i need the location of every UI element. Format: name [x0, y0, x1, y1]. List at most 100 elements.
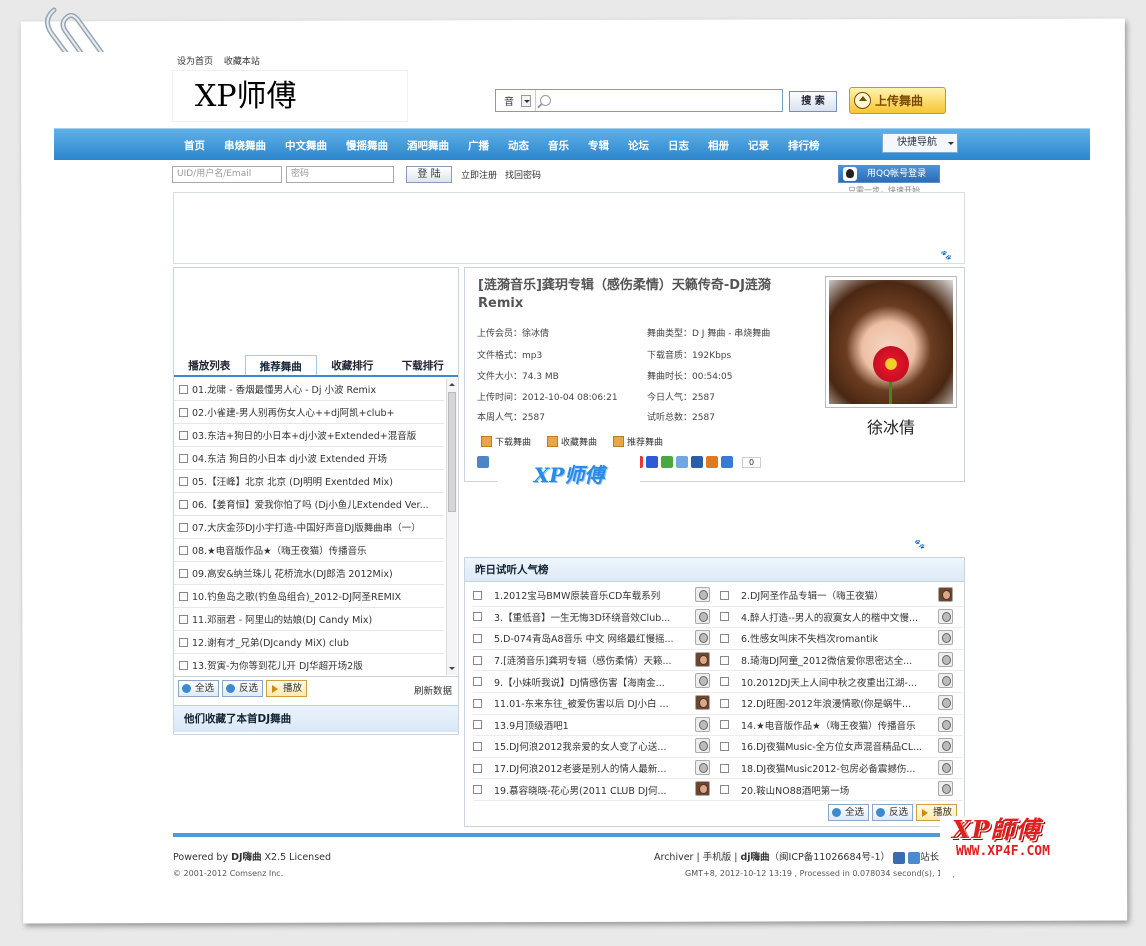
nav-item-chinese[interactable]: 中文舞曲	[285, 138, 327, 153]
avatar-icon[interactable]	[695, 587, 710, 602]
refresh-link[interactable]: 刷新数据	[414, 683, 452, 697]
nav-item-slow[interactable]: 慢摇舞曲	[346, 138, 388, 153]
checkbox[interactable]	[473, 785, 482, 795]
checkbox[interactable]	[179, 384, 188, 394]
nav-item-records[interactable]: 记录	[748, 138, 769, 153]
qzone-icon[interactable]	[676, 456, 688, 468]
checkbox[interactable]	[473, 741, 482, 751]
bookmark-link[interactable]: 收藏本站	[224, 57, 260, 67]
checkbox[interactable]	[179, 591, 188, 601]
select-all-button[interactable]: 全选	[827, 804, 869, 821]
nav-item-album[interactable]: 专辑	[588, 138, 609, 153]
playlist-scrollbar[interactable]	[446, 378, 457, 675]
chevron-down-icon[interactable]	[521, 94, 531, 107]
set-homepage-link[interactable]: 设为首页	[177, 57, 213, 67]
douban-icon[interactable]	[706, 456, 718, 468]
avatar-icon[interactable]	[938, 694, 953, 710]
checkbox[interactable]	[179, 545, 188, 555]
site-logo[interactable]: XP师傅	[172, 70, 408, 122]
avatar-icon[interactable]	[938, 587, 953, 602]
checkbox[interactable]	[179, 614, 188, 624]
username-field[interactable]: UID/用户名/Email	[172, 165, 282, 183]
uploader-avatar[interactable]	[825, 276, 957, 408]
nav-item-bar[interactable]: 酒吧舞曲	[407, 138, 449, 153]
checkbox[interactable]	[720, 633, 729, 643]
avatar-icon[interactable]	[695, 651, 710, 667]
list-item[interactable]: 1.2012宝马BMW原装音乐CD车载系列	[473, 585, 720, 607]
share-plus-icon[interactable]	[477, 456, 489, 468]
avatar-icon[interactable]	[938, 716, 953, 732]
list-item[interactable]: 08.★电音版作品★（嗨王夜猫）传播音乐	[174, 539, 444, 562]
scroll-thumb[interactable]	[448, 392, 456, 512]
mobile-link[interactable]: 手机版	[703, 852, 732, 863]
song-title[interactable]: 7.[涟漪音乐]龚玥专辑（感伤柔情）天籁...	[494, 653, 692, 667]
avatar-icon[interactable]	[695, 608, 710, 624]
search-box[interactable]: 音	[495, 89, 783, 112]
nav-item-rankings[interactable]: 排行榜	[788, 138, 820, 153]
recommend-button[interactable]: 推荐舞曲	[613, 435, 671, 448]
icp-link[interactable]: （闽ICP备11026684号-1）	[770, 852, 891, 863]
list-item[interactable]: 9.【小妹听我说】DJ情感伤害【海南金...	[473, 671, 720, 693]
register-link[interactable]: 立即注册	[461, 168, 497, 181]
song-title[interactable]: 5.D-074青岛A8音乐 中文 网络最红慢摇...	[494, 631, 692, 645]
song-title[interactable]: 4.醉人打造--男人的寂寞女人的楷中文慢...	[741, 610, 939, 624]
checkbox[interactable]	[179, 430, 188, 440]
upload-dance-button[interactable]: 上传舞曲	[849, 87, 946, 114]
list-item[interactable]: 10.2012DJ天上人间中秋之夜重出江湖-...	[720, 671, 963, 693]
login-button[interactable]: 登 陆	[406, 165, 452, 183]
scroll-down-icon[interactable]	[449, 667, 455, 673]
avatar-icon[interactable]	[695, 716, 710, 732]
list-item[interactable]: 12.谢有才_兄弟(DJcandy MiX) club	[174, 631, 444, 654]
song-title[interactable]: 9.【小妹听我说】DJ情感伤害【海南金...	[494, 675, 692, 689]
song-title[interactable]: 10.2012DJ天上人间中秋之夜重出江湖-...	[741, 675, 939, 689]
avatar-icon[interactable]	[695, 673, 710, 689]
list-item[interactable]: 5.D-074青岛A8音乐 中文 网络最红慢摇...	[473, 628, 720, 650]
invert-selection-button[interactable]: 反选	[222, 680, 264, 697]
song-title[interactable]: 11.01-东来东往_被爱伤害以后 DJ小白 ...	[494, 696, 692, 710]
type-value[interactable]: D J 舞曲 - 串烧舞曲	[692, 329, 770, 339]
avatar-icon[interactable]	[938, 781, 953, 797]
uploader-value[interactable]: 徐冰倩	[522, 329, 549, 339]
checkbox[interactable]	[720, 763, 729, 773]
checkbox[interactable]	[179, 476, 188, 486]
list-item[interactable]: 05.【汪峰】北京 北京 (DJ明明 Exentded Mix)	[174, 470, 444, 493]
renren-icon[interactable]	[691, 456, 703, 468]
avatar-icon[interactable]	[695, 694, 710, 710]
checkbox[interactable]	[720, 785, 729, 795]
qq-login-button[interactable]: 用QQ帐号登录	[838, 165, 940, 183]
kaixin-icon[interactable]	[661, 456, 673, 468]
checkbox[interactable]	[473, 633, 482, 643]
checkbox[interactable]	[179, 522, 188, 532]
list-item[interactable]: 20.鞍山NO88酒吧第一场	[720, 779, 963, 801]
song-title[interactable]: 14.★电音版作品★（嗨王夜猫）传播音乐	[741, 718, 939, 732]
checkbox[interactable]	[473, 720, 482, 730]
list-item[interactable]: 14.★电音版作品★（嗨王夜猫）传播音乐	[720, 715, 963, 737]
avatar-icon[interactable]	[938, 738, 953, 754]
checkbox[interactable]	[720, 698, 729, 708]
nav-item-forum[interactable]: 论坛	[628, 138, 649, 153]
archiver-link[interactable]: Archiver	[654, 852, 693, 863]
checkbox[interactable]	[720, 612, 729, 622]
checkbox[interactable]	[473, 763, 482, 773]
avatar-icon[interactable]	[695, 759, 710, 775]
nav-item-feed[interactable]: 动态	[508, 138, 529, 153]
list-item[interactable]: 2.DJ阿圣作品专辑一（嗨王夜猫）	[720, 585, 963, 607]
checkbox[interactable]	[473, 612, 482, 622]
checkbox[interactable]	[179, 407, 188, 417]
quick-nav-dropdown[interactable]: 快捷导航	[882, 133, 958, 153]
list-item[interactable]: 11.01-东来东往_被爱伤害以后 DJ小白 ...	[473, 693, 720, 715]
song-title[interactable]: 13.9月顶级酒吧1	[494, 718, 692, 732]
invert-selection-button[interactable]: 反选	[871, 804, 913, 821]
list-item[interactable]: 15.DJ何浪2012我亲爱的女人变了心送...	[473, 736, 720, 758]
nav-item-photos[interactable]: 相册	[708, 138, 729, 153]
tab-playlist[interactable]: 播放列表	[174, 355, 245, 375]
nav-item-music[interactable]: 音乐	[548, 138, 569, 153]
site-link[interactable]: dj嗨曲	[740, 852, 769, 863]
checkbox[interactable]	[179, 637, 188, 647]
checkbox[interactable]	[720, 590, 729, 600]
avatar-icon[interactable]	[695, 781, 710, 797]
checkbox[interactable]	[473, 655, 482, 665]
list-item[interactable]: 16.DJ夜猫Music-全方位女声混音精品CL...	[720, 736, 963, 758]
brand-link[interactable]: DJ嗨曲	[231, 852, 261, 863]
list-item[interactable]: 18.DJ夜猫Music2012-包房必备震撼伤...	[720, 758, 963, 780]
